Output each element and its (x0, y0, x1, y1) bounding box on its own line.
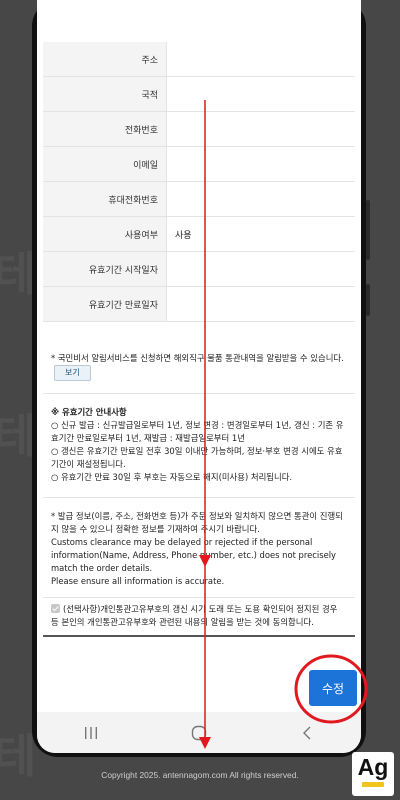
alert-service-text: * 국민비서 알림서비스를 신청하면 해외직구 물품 통관내역을 알림받을 수 … (51, 353, 344, 363)
form-row-email: 이메일 (43, 147, 355, 182)
form-row-valid-start: 유효기간 시작일자 (43, 252, 355, 287)
consent-text: (선택사항)개인통관고유부호의 갱신 시기 도래 또는 도용 확인되어 정지된 … (51, 604, 338, 627)
nationality-value (167, 77, 355, 111)
alert-service-notice: * 국민비서 알림서비스를 신청하면 해외직구 물품 통관내역을 알림받을 수 … (43, 346, 355, 394)
form-row-usage: 사용여부 사용 (43, 217, 355, 252)
issue-info-korean: * 발급 정보(이름, 주소, 전화번호 등)가 주문 정보와 일치하지 않으면… (51, 511, 343, 534)
mobile-label: 휴대전화번호 (43, 182, 167, 216)
valid-start-label: 유효기간 시작일자 (43, 252, 167, 286)
background-watermark: 테 (0, 409, 37, 463)
back-icon[interactable] (287, 723, 327, 743)
form-row-nationality: 국적 (43, 77, 355, 112)
consent-row: (선택사항)개인통관고유부호의 갱신 시기 도래 또는 도용 확인되어 정지된 … (43, 603, 355, 637)
validity-notice-title: ※ 유효기간 안내사항 (51, 407, 127, 417)
usage-value: 사용 (175, 230, 192, 241)
recent-apps-icon[interactable] (71, 723, 111, 743)
view-button[interactable]: 보기 (54, 365, 91, 381)
phone-screen: 주소 국적 전화번호 이메일 휴대전화번호 사용여부 사용 유효기간 시작일자 (37, 0, 361, 753)
issue-info-english-2: Please ensure all information is accurat… (51, 576, 225, 586)
issue-info-english: Customs clearance may be delayed or reje… (51, 537, 337, 573)
ag-logo: Ag (352, 752, 394, 796)
ag-logo-text: Ag (357, 754, 389, 780)
valid-start-value (167, 252, 355, 286)
phone-volume-button (366, 200, 370, 260)
address-label: 주소 (43, 42, 167, 76)
phone-label: 전화번호 (43, 112, 167, 146)
customs-code-form: 주소 국적 전화번호 이메일 휴대전화번호 사용여부 사용 유효기간 시작일자 (43, 42, 355, 322)
mobile-value (167, 182, 355, 216)
android-nav-bar (37, 712, 361, 753)
nationality-label: 국적 (43, 77, 167, 111)
email-label: 이메일 (43, 147, 167, 181)
background-watermark: 테 (0, 247, 37, 301)
copyright-footer: Copyright 2025. antennagom.com All right… (101, 770, 299, 780)
form-row-address: 주소 (43, 42, 355, 77)
validity-notice-line: ○ 갱신은 유효기간 만료일 전후 30일 이내만 가능하며, 정보·부호 변경… (51, 446, 343, 469)
ag-logo-accent (362, 782, 384, 787)
phone-power-button (366, 284, 370, 316)
form-row-mobile: 휴대전화번호 (43, 182, 355, 217)
validity-notice-line: ○ 유효기간 만료 30일 후 부호는 자동으로 해지(미사용) 처리됩니다. (51, 472, 293, 482)
valid-end-value (167, 287, 355, 321)
address-value (167, 42, 355, 76)
submit-edit-button[interactable]: 수정 (309, 670, 357, 706)
issue-info-notice: * 발급 정보(이름, 주소, 전화번호 등)가 주문 정보와 일치하지 않으면… (43, 506, 355, 598)
form-row-valid-end: 유효기간 만료일자 (43, 287, 355, 322)
home-icon[interactable] (179, 723, 219, 743)
validity-notice-line: ○ 신규 발급 : 신규발급일로부터 1년, 정보 변경 : 변경일로부터 1년… (51, 420, 344, 443)
email-value (167, 147, 355, 181)
phone-value (167, 112, 355, 146)
usage-label: 사용여부 (43, 217, 167, 251)
validity-notice: ※ 유효기간 안내사항 ○ 신규 발급 : 신규발급일로부터 1년, 정보 변경… (43, 402, 355, 498)
form-row-phone: 전화번호 (43, 112, 355, 147)
consent-checkbox[interactable] (51, 604, 60, 613)
valid-end-label: 유효기간 만료일자 (43, 287, 167, 321)
